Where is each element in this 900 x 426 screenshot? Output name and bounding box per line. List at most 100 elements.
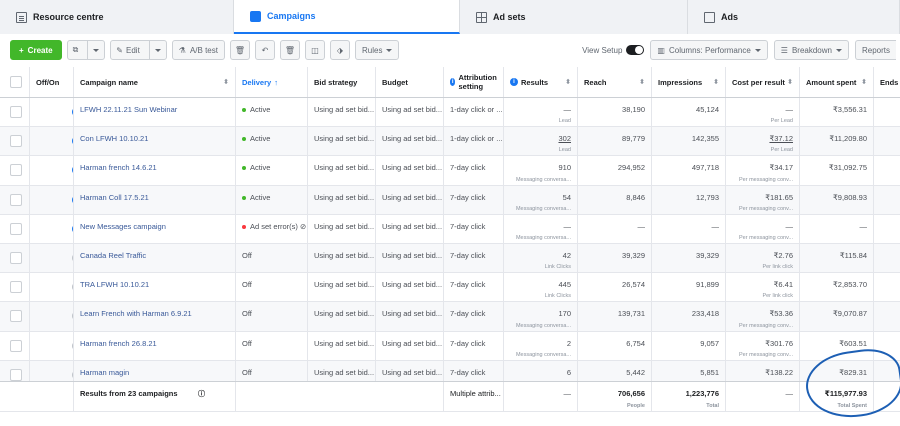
header-cost-per-result[interactable]: Cost per result ⬍ xyxy=(726,67,800,97)
results-cell: — Messaging conversa... xyxy=(504,214,578,243)
preview-button[interactable]: ◫ xyxy=(304,40,325,60)
campaign-name-link[interactable]: Learn French with Harman 6.9.21 xyxy=(80,309,192,318)
campaign-name-cell: Canada Reel Traffic xyxy=(74,244,236,273)
table-row[interactable]: Learn French with Harman 6.9.21 Off Using … xyxy=(0,302,900,332)
results-cell: 2 Messaging conversa... xyxy=(504,331,578,360)
row-checkbox[interactable] xyxy=(10,339,22,352)
header-ends[interactable]: Ends xyxy=(874,67,900,97)
impressions-value: 45,124 xyxy=(696,105,719,114)
breakdown-button[interactable]: ☰ Breakdown xyxy=(773,40,849,60)
tag-icon: ⬗ xyxy=(336,45,344,55)
sort-icon: ⬍ xyxy=(223,79,229,86)
tab-ad-sets[interactable]: Ad sets xyxy=(460,0,688,34)
ab-test-button[interactable]: ⚗ A/B test xyxy=(171,40,225,60)
cpr-value: — xyxy=(785,221,794,231)
tab-ads[interactable]: Ads xyxy=(688,0,900,34)
edit-label: Edit xyxy=(126,45,140,55)
toggle-switch[interactable] xyxy=(626,45,645,55)
header-reach[interactable]: Reach ⬍ xyxy=(578,67,652,97)
tab-campaigns[interactable]: Campaigns xyxy=(234,0,460,34)
row-checkbox[interactable] xyxy=(10,368,22,381)
campaign-name-link[interactable]: Harman Coll 17.5.21 xyxy=(80,193,149,202)
budget: Using ad set bid... xyxy=(382,134,443,144)
campaign-name-link[interactable]: New Messages campaign xyxy=(80,222,166,231)
campaign-name-link[interactable]: Harman french 26.8.21 xyxy=(80,339,157,348)
bid-strategy-cell: Using ad set bid... xyxy=(308,244,376,273)
table-row[interactable]: Canada Reel Traffic Off Using ad set bid..… xyxy=(0,244,900,274)
summary-label: Results from 23 campaigns xyxy=(80,389,178,398)
edit-button[interactable]: ✎ Edit xyxy=(110,40,167,60)
summary-cpr: — xyxy=(726,382,800,411)
row-checkbox[interactable] xyxy=(10,310,22,323)
impressions-value: — xyxy=(711,221,720,231)
row-checkbox[interactable] xyxy=(10,193,22,206)
duplicate-button[interactable]: ⧉ xyxy=(66,40,106,60)
header-campaign-name[interactable]: Campaign name ⬍ xyxy=(74,67,236,97)
row-checkbox[interactable] xyxy=(10,106,22,119)
create-button[interactable]: + Create xyxy=(10,40,62,60)
reach-value: 89,779 xyxy=(622,134,645,144)
view-setup-toggle[interactable]: View Setup xyxy=(582,45,645,55)
row-select-cell xyxy=(0,331,30,360)
campaign-name-cell: Con LFWH 10.10.21 xyxy=(74,127,236,156)
row-checkbox[interactable] xyxy=(10,281,22,294)
undo-button[interactable]: ↶ xyxy=(254,40,275,60)
row-checkbox[interactable] xyxy=(10,164,22,177)
header-amount-spent[interactable]: Amount spent ⬍ xyxy=(800,67,874,97)
bid-strategy-cell: Using ad set bid... xyxy=(308,214,376,243)
rules-button[interactable]: Rules xyxy=(354,40,400,60)
columns-button[interactable]: ▥ Columns: Performance xyxy=(650,40,768,60)
reports-button[interactable]: Reports xyxy=(854,40,896,60)
delete-button[interactable]: 🗑 xyxy=(229,40,250,60)
table-row[interactable]: TRA LFWH 10.10.21 Off Using ad set bid... U… xyxy=(0,273,900,303)
campaign-name-link[interactable]: Harman french 14.6.21 xyxy=(80,163,157,172)
table-row[interactable]: LFWH 22.11.21 Sun Webinar Active Using ad … xyxy=(0,98,900,128)
header-label: Reach xyxy=(584,77,607,87)
table-row[interactable]: Harman french 14.6.21 Active Using ad set … xyxy=(0,156,900,186)
row-checkbox[interactable] xyxy=(10,135,22,148)
campaign-name-link[interactable]: Harman magin xyxy=(80,368,129,377)
attribution: 7-day click xyxy=(450,280,486,290)
header-results[interactable]: i Results ⬍ xyxy=(504,67,578,97)
row-checkbox[interactable] xyxy=(10,252,22,265)
campaign-name-link[interactable]: TRA LFWH 10.10.21 xyxy=(80,280,149,289)
campaign-name-cell: Harman Coll 17.5.21 xyxy=(74,185,236,214)
impressions-cell: 91,899 xyxy=(652,273,726,302)
row-toggle-cell xyxy=(30,185,74,214)
table-row[interactable]: Harman french 26.8.21 Off Using ad set bid… xyxy=(0,331,900,361)
campaign-name-link[interactable]: LFWH 22.11.21 Sun Webinar xyxy=(80,105,177,114)
bid-strategy-cell: Using ad set bid... xyxy=(308,98,376,127)
header-bid-strategy[interactable]: Bid strategy xyxy=(308,67,376,97)
impressions-cell: 12,793 xyxy=(652,185,726,214)
header-attribution[interactable]: i Attribution setting xyxy=(444,67,504,97)
row-toggle-cell xyxy=(30,98,74,127)
campaign-icon xyxy=(250,10,261,22)
header-off-on[interactable]: Off/On xyxy=(30,67,74,97)
campaign-name-link[interactable]: Canada Reel Traffic xyxy=(80,251,146,260)
results-sub: Messaging conversa... xyxy=(515,234,571,241)
cpr-sub: Per messaging conv... xyxy=(738,351,793,358)
row-checkbox[interactable] xyxy=(10,222,22,235)
row-select-cell xyxy=(0,273,30,302)
table-row[interactable]: Harman Coll 17.5.21 Active Using ad set bi… xyxy=(0,185,900,215)
delivery-cell: Off xyxy=(236,273,308,302)
attribution-cell: 7-day click xyxy=(444,273,504,302)
spent-value: ₹2,853.70 xyxy=(833,280,867,290)
campaign-name-cell: Harman french 26.8.21 xyxy=(74,331,236,360)
table-row[interactable]: Con LFWH 10.10.21 Active Using ad set bid.… xyxy=(0,127,900,157)
campaign-name-link[interactable]: Con LFWH 10.10.21 xyxy=(80,134,148,143)
cpr-sub: Per link click xyxy=(762,293,793,300)
header-impressions[interactable]: Impressions ⬍ xyxy=(652,67,726,97)
bid-strategy: Using ad set bid... xyxy=(314,280,375,290)
trash-button[interactable]: 🗑 xyxy=(279,40,300,60)
summary-results-text: — xyxy=(563,389,572,398)
impressions-value: 12,793 xyxy=(696,192,719,202)
bid-strategy-cell: Using ad set bid... xyxy=(308,185,376,214)
flask-icon: ⚗ xyxy=(178,45,186,55)
tag-button[interactable]: ⬗ xyxy=(329,40,350,60)
select-all-checkbox[interactable] xyxy=(10,76,22,88)
table-row[interactable]: New Messages campaign Ad set error(s) ⊘ Us… xyxy=(0,214,900,244)
tab-resource-centre[interactable]: Resource centre xyxy=(0,0,234,34)
header-delivery[interactable]: Delivery ↑ xyxy=(236,67,308,97)
header-budget[interactable]: Budget xyxy=(376,67,444,97)
